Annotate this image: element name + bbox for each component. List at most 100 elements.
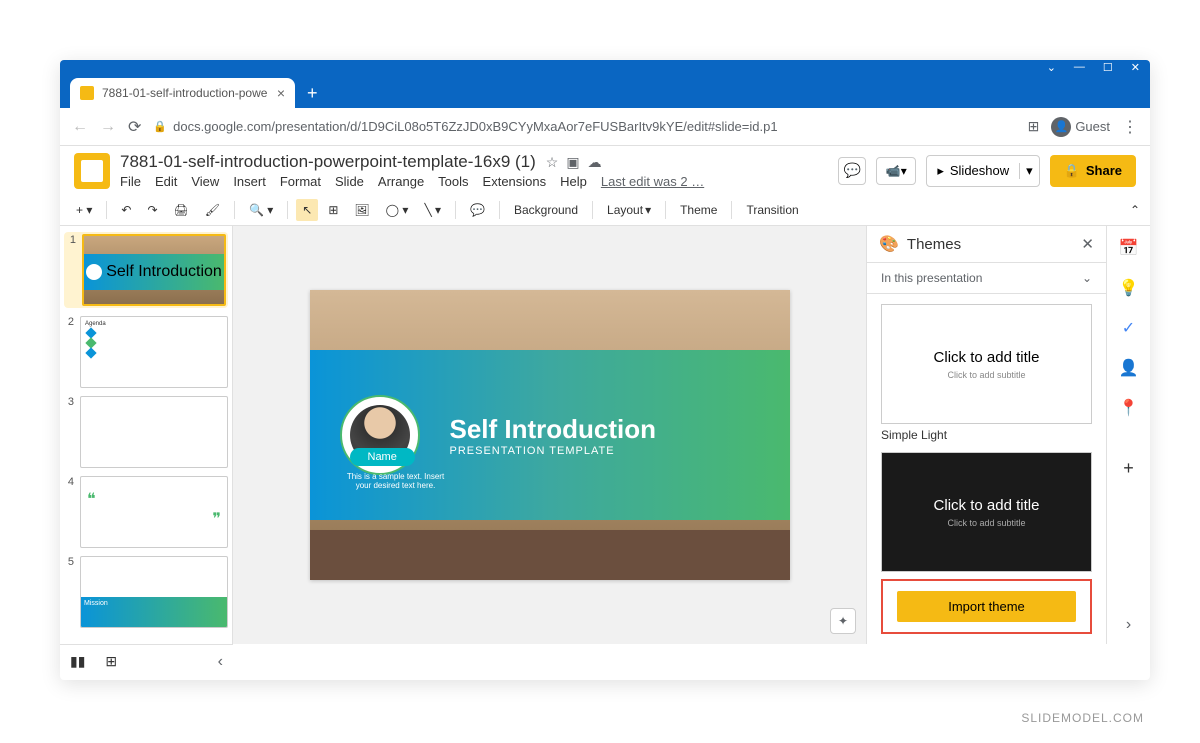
themes-title: Themes xyxy=(907,236,961,253)
lock-icon: 🔒 xyxy=(1064,163,1080,179)
close-panel-icon[interactable]: ✕ xyxy=(1081,235,1094,253)
reload-icon[interactable]: ⟳ xyxy=(128,117,141,137)
slide-heading: Self Introduction xyxy=(450,414,657,445)
profile-button[interactable]: 👤 Guest xyxy=(1051,117,1110,137)
tasks-icon[interactable]: ✓ xyxy=(1122,318,1135,338)
undo-icon[interactable]: ↶ xyxy=(115,199,137,221)
filmstrip-view-icon[interactable]: ▮▮ xyxy=(70,653,85,670)
slideshow-dropdown-icon[interactable]: ▾ xyxy=(1019,163,1039,179)
tab-close-icon[interactable]: × xyxy=(277,85,285,101)
name-badge: Name xyxy=(350,448,415,466)
line-icon[interactable]: ╲ ▾ xyxy=(418,199,447,221)
menu-bar: File Edit View Insert Format Slide Arran… xyxy=(120,174,828,189)
browser-menu-icon[interactable]: ⋮ xyxy=(1122,117,1138,137)
calendar-icon[interactable]: 📅 xyxy=(1119,238,1139,258)
slideshow-button[interactable]: ▸Slideshow ▾ xyxy=(926,155,1039,187)
paint-format-icon[interactable]: 🖌 xyxy=(199,199,226,221)
chevron-down-icon: ⌄ xyxy=(1082,271,1092,285)
slide-canvas[interactable]: Self Introduction PRESENTATION TEMPLATE … xyxy=(233,226,866,644)
menu-format[interactable]: Format xyxy=(280,174,321,189)
slide-subheading: PRESENTATION TEMPLATE xyxy=(450,445,657,457)
toolbar: + ▾ ↶ ↷ 🖨 🖌 🔍 ▾ ↖ ⊞ 🖼 ◯ ▾ ╲ ▾ 💬 Backgrou… xyxy=(60,195,1150,226)
nav-forward-icon[interactable]: → xyxy=(100,118,116,136)
new-tab-button[interactable]: + xyxy=(295,78,330,108)
chevron-left-icon[interactable]: ‹ xyxy=(218,653,223,671)
filmstrip-footer: ▮▮ ⊞ ‹ xyxy=(60,644,233,678)
slide-thumb-1[interactable]: 1 Self Introduction xyxy=(64,232,228,308)
keep-icon[interactable]: 💡 xyxy=(1119,278,1139,298)
image-icon[interactable]: 🖼 xyxy=(348,199,375,221)
menu-tools[interactable]: Tools xyxy=(438,174,468,189)
watermark: SLIDEMODEL.COM xyxy=(1021,711,1144,725)
url-text: docs.google.com/presentation/d/1D9CiL08o… xyxy=(173,119,777,134)
star-icon[interactable]: ☆ xyxy=(546,154,559,171)
avatar-icon: 👤 xyxy=(1051,117,1071,137)
menu-help[interactable]: Help xyxy=(560,174,587,189)
import-theme-button[interactable]: Import theme xyxy=(897,591,1076,622)
install-icon[interactable]: ⊞ xyxy=(1028,118,1040,135)
grid-view-icon[interactable]: ⊞ xyxy=(105,653,117,670)
layout-button[interactable]: Layout ▾ xyxy=(601,199,657,221)
meet-button[interactable]: 📹▾ xyxy=(876,157,916,185)
theme-card-light[interactable]: Click to add title Click to add subtitle… xyxy=(881,304,1092,442)
menu-extensions[interactable]: Extensions xyxy=(483,174,547,189)
browser-tab-strip: 7881-01-self-introduction-powe × + xyxy=(60,74,1150,108)
app-header: 7881-01-self-introduction-powerpoint-tem… xyxy=(60,146,1150,195)
menu-edit[interactable]: Edit xyxy=(155,174,177,189)
last-edit-link[interactable]: Last edit was 2 … xyxy=(601,174,704,189)
transition-button[interactable]: Transition xyxy=(740,199,804,221)
slide-thumb-2[interactable]: 2 Agenda xyxy=(64,316,228,388)
lock-icon: 🔒 xyxy=(153,120,167,133)
select-tool-icon[interactable]: ↖ xyxy=(296,199,318,221)
contacts-icon[interactable]: 👤 xyxy=(1119,358,1139,378)
url-field[interactable]: 🔒 docs.google.com/presentation/d/1D9CiL0… xyxy=(153,119,1015,134)
comment-icon[interactable]: 💬 xyxy=(464,199,491,221)
share-button[interactable]: 🔒 Share xyxy=(1050,155,1136,187)
themes-panel: 🎨 Themes ✕ In this presentation ⌄ Click … xyxy=(866,226,1106,644)
minimize-icon[interactable]: — xyxy=(1074,61,1085,73)
redo-icon[interactable]: ↷ xyxy=(141,199,163,221)
addons-icon[interactable]: + xyxy=(1123,458,1134,479)
move-icon[interactable]: ▣ xyxy=(566,154,579,171)
nav-back-icon[interactable]: ← xyxy=(72,118,88,136)
new-slide-button[interactable]: + ▾ xyxy=(70,199,98,221)
print-icon[interactable]: 🖨 xyxy=(168,199,195,221)
palette-icon: 🎨 xyxy=(879,234,899,254)
shape-icon[interactable]: ◯ ▾ xyxy=(380,199,415,221)
themes-section-toggle[interactable]: In this presentation ⌄ xyxy=(867,262,1106,294)
sample-text: This is a sample text. Insert your desir… xyxy=(346,472,446,490)
slides-favicon-icon xyxy=(80,86,94,100)
caret-down-icon[interactable]: ⌄ xyxy=(1047,61,1056,74)
menu-insert[interactable]: Insert xyxy=(233,174,266,189)
filmstrip[interactable]: 1 Self Introduction 2 Agenda 3 Placehold… xyxy=(60,226,233,644)
import-theme-highlight: Import theme xyxy=(881,579,1092,634)
slide-thumb-3[interactable]: 3 Placeholder xyxy=(64,396,228,468)
theme-card-dark[interactable]: Click to add title Click to add subtitle… xyxy=(881,452,1092,575)
collapse-toolbar-icon[interactable]: ⌃ xyxy=(1130,203,1140,217)
zoom-button[interactable]: 🔍 ▾ xyxy=(243,199,279,221)
menu-view[interactable]: View xyxy=(191,174,219,189)
play-icon: ▸ xyxy=(937,163,944,179)
slides-logo-icon[interactable] xyxy=(74,153,110,189)
comments-icon[interactable]: 💬 xyxy=(838,157,866,185)
address-bar: ← → ⟳ 🔒 docs.google.com/presentation/d/1… xyxy=(60,108,1150,146)
document-title[interactable]: 7881-01-self-introduction-powerpoint-tem… xyxy=(120,152,536,172)
slide-thumb-4[interactable]: 4 A"Quote"❝❞ xyxy=(64,476,228,548)
maps-icon[interactable]: 📍 xyxy=(1119,398,1139,418)
maximize-icon[interactable]: ☐ xyxy=(1103,61,1113,74)
textbox-icon[interactable]: ⊞ xyxy=(322,199,344,221)
window-titlebar: ⌄ — ☐ ✕ xyxy=(60,60,1150,74)
cloud-icon[interactable]: ☁ xyxy=(588,154,602,171)
tab-title: 7881-01-self-introduction-powe xyxy=(102,86,269,100)
close-window-icon[interactable]: ✕ xyxy=(1131,61,1140,74)
menu-slide[interactable]: Slide xyxy=(335,174,364,189)
collapse-sidebar-icon[interactable]: › xyxy=(1126,616,1131,634)
slide-thumb-5[interactable]: 5 Mission xyxy=(64,556,228,628)
current-slide[interactable]: Self Introduction PRESENTATION TEMPLATE … xyxy=(310,290,790,580)
explore-icon[interactable]: ✦ xyxy=(830,608,856,634)
menu-file[interactable]: File xyxy=(120,174,141,189)
theme-button[interactable]: Theme xyxy=(674,199,723,221)
background-button[interactable]: Background xyxy=(508,199,584,221)
browser-tab[interactable]: 7881-01-self-introduction-powe × xyxy=(70,78,295,108)
menu-arrange[interactable]: Arrange xyxy=(378,174,424,189)
